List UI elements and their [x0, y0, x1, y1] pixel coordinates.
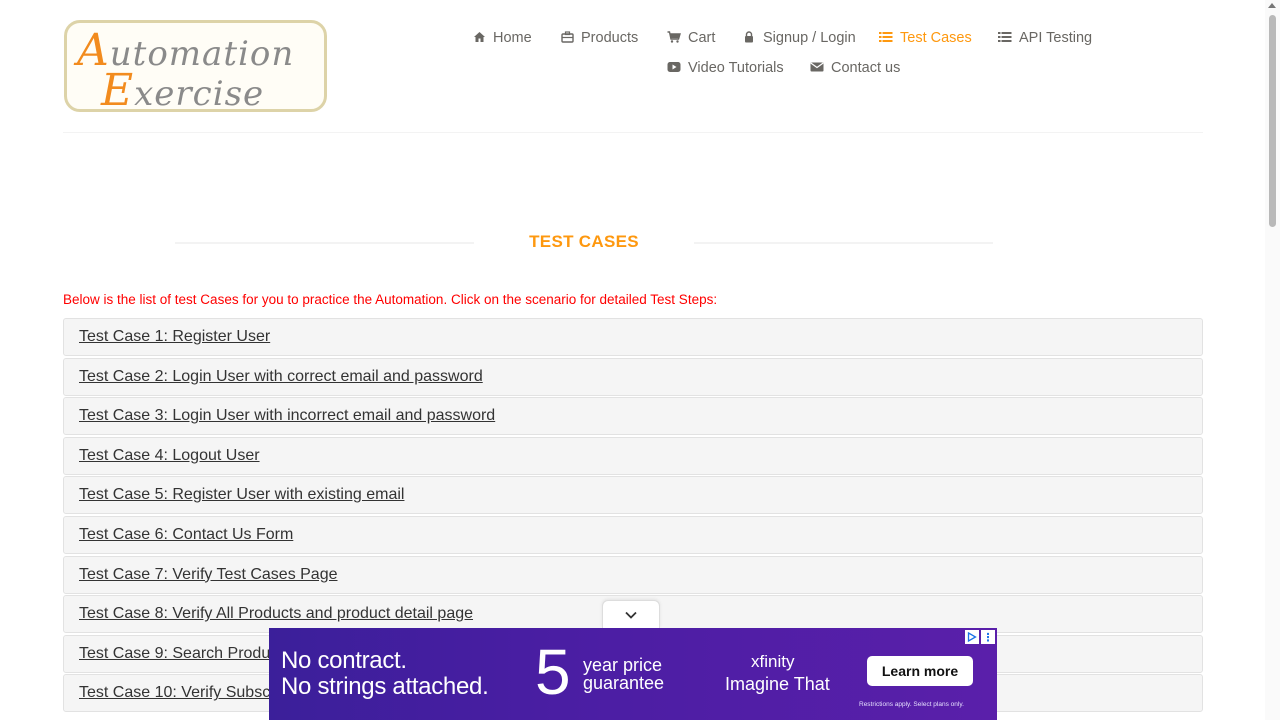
nav-cart[interactable]: Cart — [667, 30, 715, 46]
briefcase-icon — [560, 30, 574, 46]
home-icon — [472, 31, 486, 46]
ad-banner[interactable]: No contract. No strings attached. 5 year… — [269, 628, 997, 720]
test-case-link[interactable]: Test Case 7: Verify Test Cases Page — [79, 566, 338, 584]
list-item: Test Case 7: Verify Test Cases Page — [63, 555, 1203, 594]
ad-brand: xfinity — [751, 652, 795, 671]
nav-contact-us[interactable]: Contact us — [810, 60, 900, 76]
cart-icon — [667, 30, 681, 46]
chevron-down-icon — [625, 611, 637, 619]
test-case-link[interactable]: Test Case 8: Verify All Products and pro… — [79, 605, 473, 623]
title-divider-right — [694, 242, 993, 244]
test-case-link[interactable]: Test Case 4: Logout User — [79, 447, 260, 465]
logo-line-2: Exercise — [101, 65, 265, 112]
ad-menu-icon[interactable]: ⋮ — [981, 630, 995, 644]
scroll-up-arrow-icon[interactable] — [1268, 3, 1276, 8]
ad-collapse-button[interactable] — [602, 600, 660, 628]
list-item: Test Case 3: Login User with incorrect e… — [63, 397, 1203, 436]
ad-headline: No contract. No strings attached. — [281, 647, 489, 700]
test-case-link[interactable]: Test Case 5: Register User with existing… — [79, 486, 404, 504]
ad-tagline: Imagine That — [725, 674, 830, 694]
nav-video-tutorials[interactable]: Video Tutorials — [667, 60, 784, 76]
nav-home[interactable]: Home — [472, 30, 532, 46]
test-case-link[interactable]: Test Case 6: Contact Us Form — [79, 526, 293, 544]
ad-price-guarantee: year price guarantee — [583, 655, 665, 693]
ad-fine-print: Restrictions apply. Select plans only. — [859, 701, 964, 708]
test-case-link[interactable]: Test Case 2: Login User with correct ema… — [79, 368, 483, 386]
list-item: Test Case 1: Register User — [63, 318, 1203, 356]
scroll-thumb[interactable] — [1269, 15, 1276, 227]
nav-products[interactable]: Products — [560, 30, 638, 46]
adchoices-icon[interactable] — [965, 630, 979, 644]
list-item: Test Case 6: Contact Us Form — [63, 515, 1203, 554]
nav-api-testing[interactable]: API Testing — [998, 30, 1092, 46]
nav-signup-login[interactable]: Signup / Login — [742, 30, 856, 46]
list-item: Test Case 2: Login User with correct ema… — [63, 357, 1203, 396]
test-case-link[interactable]: Test Case 3: Login User with incorrect e… — [79, 407, 495, 425]
site-logo[interactable]: Automation Exercise — [64, 20, 327, 112]
list-item: Test Case 4: Logout User — [63, 436, 1203, 475]
lock-icon — [742, 30, 756, 46]
test-case-link[interactable]: Test Case 1: Register User — [79, 328, 270, 346]
nav-test-cases[interactable]: Test Cases — [879, 30, 972, 46]
page-title-block: TEST CASES — [175, 230, 993, 254]
envelope-icon — [810, 61, 824, 76]
list-icon — [879, 31, 893, 46]
test-case-link[interactable]: Test Case 10: Verify Subsc — [79, 684, 270, 702]
page-scrollbar[interactable] — [1265, 0, 1280, 720]
ad-learn-more-button[interactable]: Learn more — [867, 656, 973, 686]
ad-big-number: 5 — [535, 636, 571, 708]
list-icon — [998, 31, 1012, 46]
header-divider — [63, 132, 1203, 133]
test-case-link[interactable]: Test Case 9: Search Produ — [79, 645, 270, 663]
intro-text: Below is the list of test Cases for you … — [63, 292, 718, 307]
youtube-play-icon — [667, 61, 681, 76]
list-item: Test Case 5: Register User with existing… — [63, 476, 1203, 515]
